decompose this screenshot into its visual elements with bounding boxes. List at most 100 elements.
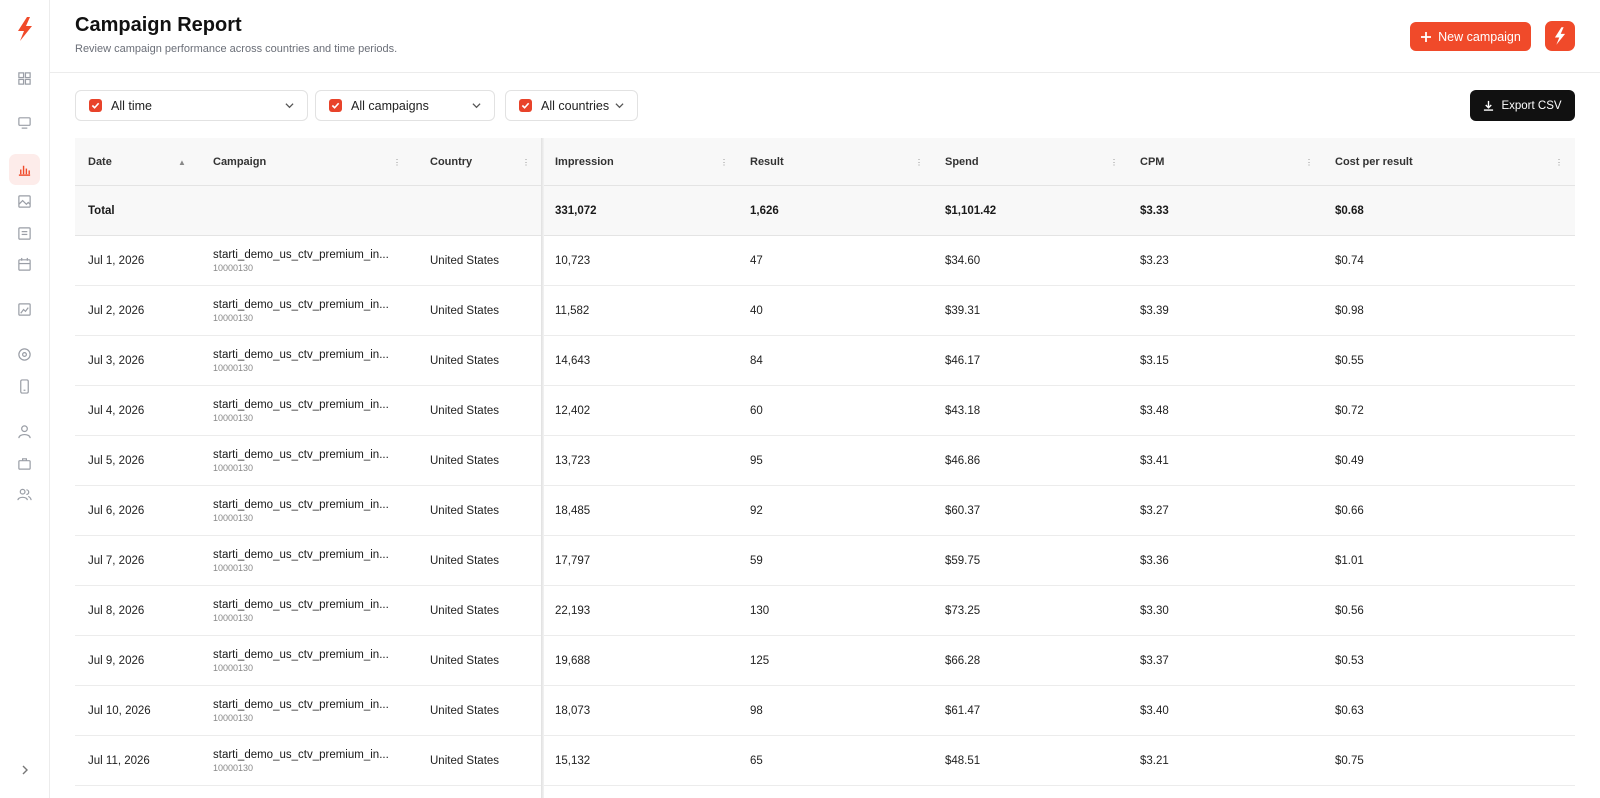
cell-spend: $46.17: [945, 355, 981, 367]
campaign-name: starti_demo_us_ctv_premium_in...: [213, 399, 389, 411]
cell-cost-per-result: $0.53: [1335, 655, 1364, 667]
campaign-id: 10000130: [213, 463, 254, 473]
column-header-date[interactable]: Date ▲: [88, 138, 198, 186]
column-label: Date: [88, 156, 112, 168]
sort-ascending-icon[interactable]: ▲: [178, 158, 186, 167]
page-header: Campaign Report Review campaign performa…: [50, 0, 1600, 73]
sort-icon[interactable]: ⋮: [393, 158, 401, 167]
cell-cost-per-result: $0.49: [1335, 455, 1364, 467]
campaign-filter[interactable]: All campaigns: [315, 90, 495, 121]
cell-date: Jul 3, 2026: [88, 355, 145, 367]
list-icon[interactable]: [9, 218, 40, 249]
export-csv-button[interactable]: Export CSV: [1470, 90, 1575, 121]
cell-cpm: $3.27: [1140, 505, 1169, 517]
table-row[interactable]: Jul 5, 2026 United States 13,723 95 $46.86 $3…: [75, 436, 1575, 486]
sort-icon[interactable]: ⋮: [915, 158, 923, 167]
cell-country: United States: [430, 555, 500, 567]
table-row[interactable]: Jul 10, 2026 United States 18,073 98 $61.47 $…: [75, 686, 1575, 736]
sidebar: [0, 0, 50, 798]
cell-result: 84: [750, 355, 763, 367]
cell-date: Jul 11, 2026: [88, 755, 150, 767]
cell-campaign[interactable]: starti_demo_us_ctv_premium_in... 10000130: [213, 236, 401, 286]
users-icon[interactable]: [9, 479, 40, 510]
table-row[interactable]: Jul 4, 2026 United States 12,402 60 $43.18 $3…: [75, 386, 1575, 436]
new-campaign-button[interactable]: New campaign: [1410, 22, 1531, 51]
table-row[interactable]: Jul 3, 2026 United States 14,643 84 $46.17 $3…: [75, 336, 1575, 386]
cell-country: United States: [430, 605, 500, 617]
monitor-icon[interactable]: [9, 107, 40, 138]
column-header-cost-per-result[interactable]: Cost per result ⋮: [1335, 138, 1565, 186]
cell-campaign[interactable]: starti_demo_us_ctv_premium_in... 10000130: [213, 536, 401, 586]
column-header-impression[interactable]: Impression ⋮: [555, 138, 730, 186]
cell-impression: 17,797: [555, 555, 591, 567]
cell-campaign[interactable]: starti_demo_us_ctv_premium_in... 10000130: [213, 486, 401, 536]
cell-impression: 18,485: [555, 505, 591, 517]
table-total-row: Total 331,072 1,626 $1,101.42 $3.33 $0.6…: [75, 186, 1575, 236]
dashboard-icon[interactable]: [9, 63, 40, 94]
campaign-id: 10000130: [213, 663, 254, 673]
sort-icon[interactable]: ⋮: [522, 158, 530, 167]
column-header-result[interactable]: Result ⋮: [750, 138, 925, 186]
table-row[interactable]: Jul 6, 2026 United States 18,485 92 $60.37 $3…: [75, 486, 1575, 536]
sort-icon[interactable]: ⋮: [1555, 158, 1563, 167]
briefcase-icon[interactable]: [9, 448, 40, 479]
target-icon[interactable]: [9, 339, 40, 370]
cell-country: United States: [430, 255, 500, 267]
cell-cpm: $3.41: [1140, 455, 1169, 467]
cell-campaign[interactable]: starti_demo_us_ctv_premium_in... 10000130: [213, 436, 401, 486]
table-row[interactable]: Jul 11, 2026 United States 15,132 65 $48.51 $…: [75, 736, 1575, 786]
calendar-icon[interactable]: [9, 249, 40, 280]
avatar[interactable]: [1545, 21, 1575, 51]
cell-cpm: $3.36: [1140, 555, 1169, 567]
cell-cpm: $3.37: [1140, 655, 1169, 667]
column-header-spend[interactable]: Spend ⋮: [945, 138, 1120, 186]
checkbox-checked-icon[interactable]: [329, 99, 342, 112]
campaign-id: 10000130: [213, 713, 254, 723]
table-row[interactable]: Jul 1, 2026 United States 10,723 47 $34.60 $3…: [75, 236, 1575, 286]
cell-date: Jul 2, 2026: [88, 305, 145, 317]
cell-result: 65: [750, 755, 763, 767]
column-header-country[interactable]: Country ⋮: [430, 138, 530, 186]
table-row[interactable]: Jul 7, 2026 United States 17,797 59 $59.75 $3…: [75, 536, 1575, 586]
cell-date: Jul 4, 2026: [88, 405, 145, 417]
chevron-right-icon[interactable]: [17, 762, 33, 778]
column-label: Country: [430, 156, 473, 168]
checkbox-checked-icon[interactable]: [89, 99, 102, 112]
user-icon[interactable]: [9, 416, 40, 447]
campaign-id: 10000130: [213, 413, 254, 423]
sort-icon[interactable]: ⋮: [1305, 158, 1313, 167]
cell-date: Jul 8, 2026: [88, 605, 145, 617]
cell-campaign[interactable]: starti_demo_us_ctv_premium_in... 10000130: [213, 286, 401, 336]
mobile-icon[interactable]: [9, 371, 40, 402]
gallery-icon[interactable]: [9, 294, 40, 325]
cell-campaign[interactable]: starti_demo_us_ctv_premium_in... 10000130: [213, 586, 401, 636]
table-row[interactable]: Jul 2, 2026 United States 11,582 40 $39.31 $3…: [75, 286, 1575, 336]
chevron-down-icon: [615, 103, 624, 109]
brand-logo-icon[interactable]: [14, 16, 36, 42]
cell-campaign[interactable]: starti_demo_us_ctv_premium_in... 10000130: [213, 336, 401, 386]
page-subtitle: Review campaign performance across count…: [75, 43, 398, 55]
column-header-cpm[interactable]: CPM ⋮: [1140, 138, 1315, 186]
country-filter[interactable]: All countries: [505, 90, 638, 121]
cell-cpm: $3.48: [1140, 405, 1169, 417]
checkbox-checked-icon[interactable]: [519, 99, 532, 112]
cell-campaign[interactable]: starti_demo_us_ctv_premium_in... 10000130: [213, 736, 401, 786]
column-label: Campaign: [213, 156, 267, 168]
campaign-name: starti_demo_us_ctv_premium_in...: [213, 449, 389, 461]
cell-date: Jul 9, 2026: [88, 655, 145, 667]
chart-icon[interactable]: [9, 154, 40, 185]
country-filter-label: All countries: [541, 98, 610, 113]
time-filter[interactable]: All time: [75, 90, 308, 121]
campaign-name: starti_demo_us_ctv_premium_in...: [213, 249, 389, 261]
sort-icon[interactable]: ⋮: [1110, 158, 1118, 167]
sort-icon[interactable]: ⋮: [720, 158, 728, 167]
image-icon[interactable]: [9, 186, 40, 217]
campaign-name: starti_demo_us_ctv_premium_in...: [213, 349, 389, 361]
table-row[interactable]: Jul 8, 2026 United States 22,193 130 $73.25 $…: [75, 586, 1575, 636]
table-row[interactable]: Jul 9, 2026 United States 19,688 125 $66.28 $…: [75, 636, 1575, 686]
cell-campaign[interactable]: starti_demo_us_ctv_premium_in... 10000130: [213, 636, 401, 686]
column-header-campaign[interactable]: Campaign ⋮: [213, 138, 403, 186]
cell-campaign[interactable]: starti_demo_us_ctv_premium_in... 10000130: [213, 686, 401, 736]
cell-campaign[interactable]: starti_demo_us_ctv_premium_in... 10000130: [213, 386, 401, 436]
cell-impression: 11,582: [555, 305, 590, 317]
